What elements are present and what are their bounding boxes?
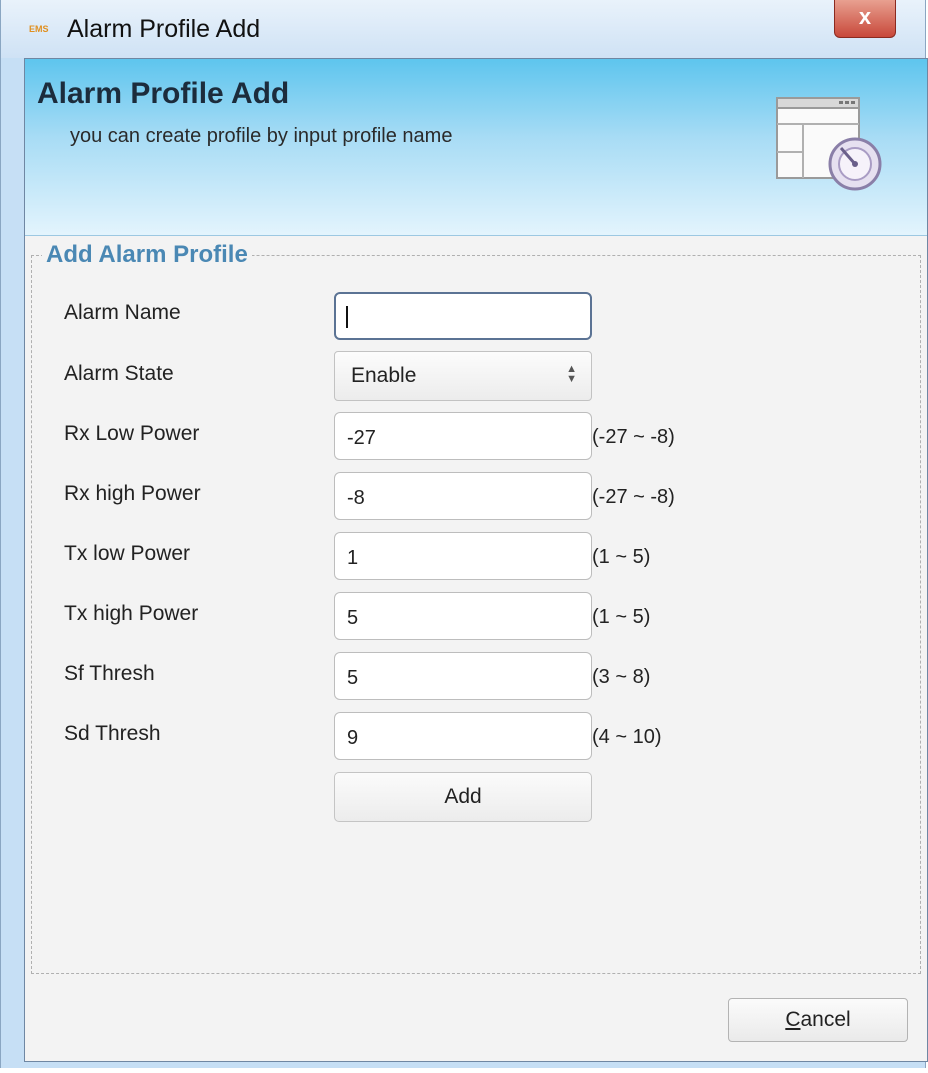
title-bar[interactable]: EMS Alarm Profile Add x: [1, 0, 925, 58]
sd-thresh-input[interactable]: 9: [334, 712, 592, 760]
window-title: Alarm Profile Add: [67, 15, 261, 43]
tx-high-power-input[interactable]: 5: [334, 592, 592, 640]
add-alarm-profile-group: Add Alarm Profile Alarm Name Alarm State…: [31, 241, 921, 974]
window-gauge-icon: [776, 97, 882, 191]
dialog-window: EMS Alarm Profile Add x Alarm Profile Ad…: [0, 0, 928, 1068]
tx-high-power-range: (1 ~ 5): [592, 606, 651, 628]
cancel-button[interactable]: Cancel: [728, 998, 908, 1042]
tx-low-power-input[interactable]: 1: [334, 532, 592, 580]
rx-high-power-range: (-27 ~ -8): [592, 486, 675, 508]
header-title: Alarm Profile Add: [37, 77, 290, 110]
cancel-mnemonic: C: [785, 1008, 801, 1031]
add-button[interactable]: Add: [334, 772, 592, 822]
rx-high-power-input[interactable]: -8: [334, 472, 592, 520]
sd-thresh-range: (4 ~ 10): [592, 726, 662, 748]
sd-thresh-label: Sd Thresh: [64, 722, 161, 745]
header-subtitle: you can create profile by input profile …: [70, 125, 453, 147]
alarm-state-select[interactable]: Enable ▲ ▼: [334, 351, 592, 401]
sf-thresh-label: Sf Thresh: [64, 662, 155, 685]
app-icon: EMS: [29, 24, 49, 34]
header-banner: Alarm Profile Add you can create profile…: [25, 59, 927, 236]
sf-thresh-input[interactable]: 5: [334, 652, 592, 700]
alarm-state-label: Alarm State: [64, 362, 174, 385]
updown-arrows-icon: ▲ ▼: [566, 363, 577, 385]
rx-low-power-range: (-27 ~ -8): [592, 426, 675, 448]
sf-thresh-range: (3 ~ 8): [592, 666, 651, 688]
tx-high-power-label: Tx high Power: [64, 602, 199, 625]
rx-low-power-input[interactable]: -27: [334, 412, 592, 460]
text-caret: [346, 306, 348, 328]
group-legend: Add Alarm Profile: [42, 241, 252, 269]
tx-low-power-range: (1 ~ 5): [592, 546, 651, 568]
close-button[interactable]: x: [834, 0, 896, 38]
dialog-client: Alarm Profile Add you can create profile…: [24, 58, 928, 1062]
close-icon: x: [858, 4, 872, 29]
rx-low-power-label: Rx Low Power: [64, 422, 200, 445]
alarm-name-input[interactable]: [334, 292, 592, 340]
alarm-state-value: Enable: [351, 364, 417, 387]
tx-low-power-label: Tx low Power: [64, 542, 191, 565]
rx-high-power-label: Rx high Power: [64, 482, 201, 505]
cancel-label-rest: ancel: [800, 1008, 851, 1031]
alarm-name-label: Alarm Name: [64, 301, 181, 324]
